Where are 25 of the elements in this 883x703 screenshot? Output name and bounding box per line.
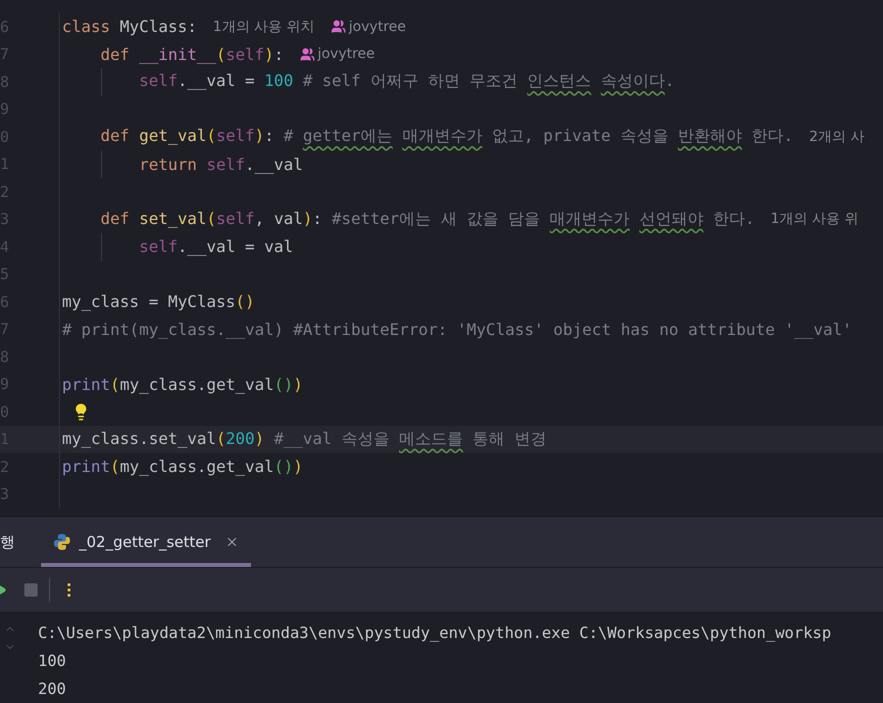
code-text: # print(my_class.__val) #AttributeError: 'MyClass' object has no attribute '__val'	[62, 320, 852, 339]
console-output: 100	[38, 651, 67, 672]
code-text: self.__val = 100 # self 어쩌구 하면 무조건 인스턴스 속성이다.	[138, 71, 674, 92]
code-text: my_class = MyClass()	[62, 292, 255, 312]
people-icon	[330, 19, 346, 34]
people-icon	[300, 46, 315, 62]
code-text: def get_val(self): # getter에는 매개변수가 없고, private 속성을 반환해야 한다.	[100, 126, 794, 148]
author-hint[interactable]: jovytree	[318, 46, 375, 62]
usages-hint[interactable]: 1개의 사용 위치	[212, 18, 315, 36]
console-output: C:\Users\playdata2\miniconda3\envs\pystudy_env\python.exe C:\Worksapces\python_worksp	[38, 623, 832, 644]
usages-hint[interactable]: 1개의 사용 위	[770, 210, 858, 228]
author-hint[interactable]: jovytree	[348, 18, 406, 35]
python-icon	[53, 533, 71, 551]
panel-title: 행	[0, 532, 16, 552]
code-text: class MyClass:	[62, 17, 197, 36]
code-text: self.__val = val	[138, 237, 294, 256]
code-text: def set_val(self, val): #setter에는 새 값을 담을 매개변수가 선언돼야 한다.	[100, 208, 755, 230]
usages-hint[interactable]: 2개의 사	[809, 128, 865, 146]
code-text: print(my_class.get_val())	[62, 374, 303, 394]
code-text: return self.__val	[138, 154, 303, 174]
code-text: def __init__(self):	[100, 44, 284, 64]
code-text: print(my_class.get_val())	[62, 457, 303, 476]
run-tab[interactable]: _02_getter_setter	[41, 517, 251, 567]
console-output: 200	[38, 679, 67, 700]
code-text: my_class.set_val(200) #__val 속성을 메소드를 통해 변경	[62, 428, 546, 450]
